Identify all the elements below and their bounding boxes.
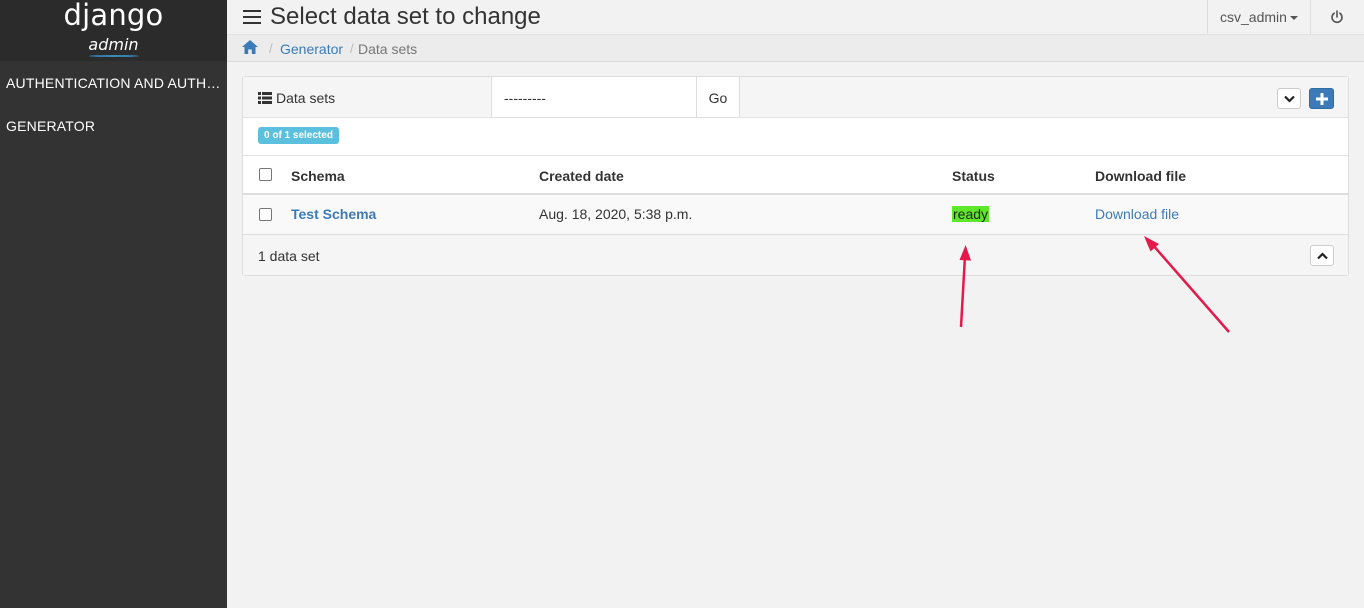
annotation-arrow-status xyxy=(959,245,971,328)
annotation-arrow-download xyxy=(1144,236,1230,333)
annotation-arrows xyxy=(959,236,1230,333)
